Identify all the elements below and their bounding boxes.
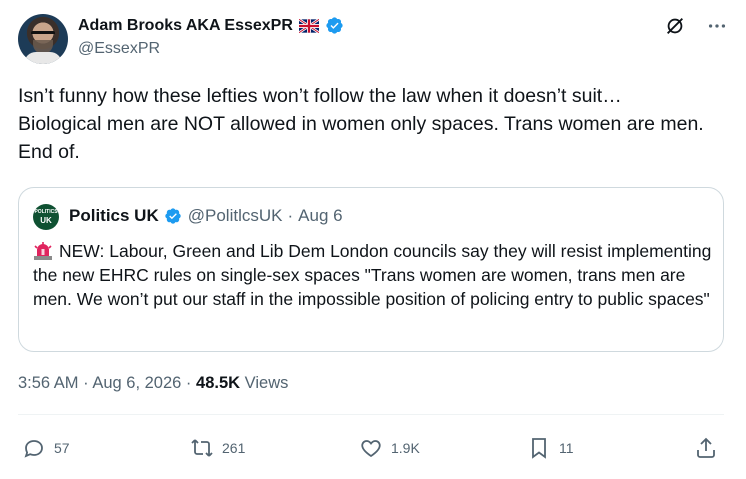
repost-icon <box>191 439 213 457</box>
quoted-separator: · <box>287 206 294 225</box>
quoted-date: Aug 6 <box>298 206 343 225</box>
tweet-text: Isn’t funny how these lefties won’t foll… <box>18 85 704 163</box>
action-bar: 57 261 1.9K 11 <box>22 436 722 464</box>
avatar-glasses <box>31 31 55 40</box>
tweet-time[interactable]: 3:56 AM <box>18 374 79 392</box>
quoted-avatar-text-bottom: UK <box>40 216 52 225</box>
meta-separator: · <box>83 374 89 392</box>
bookmark-button[interactable]: 11 <box>527 436 574 460</box>
heart-icon <box>361 440 381 458</box>
bookmark-icon <box>532 438 546 459</box>
like-button[interactable]: 1.9K <box>359 436 420 460</box>
author-display-name[interactable]: Adam Brooks AKA EssexPR <box>78 17 293 35</box>
quoted-text-block: NEW: Labour, Green and Lib Dem London co… <box>33 239 713 311</box>
avatar-collar <box>24 52 62 64</box>
share-icon <box>697 437 715 458</box>
meta-separator-2: · <box>185 374 192 392</box>
grok-icon[interactable] <box>664 15 686 37</box>
quoted-author-avatar: POLITICS UK <box>33 204 59 230</box>
reply-count: 57 <box>54 440 70 456</box>
share-button[interactable] <box>694 436 718 460</box>
reply-button[interactable]: 57 <box>22 436 70 460</box>
repost-count: 261 <box>222 440 246 456</box>
more-options-icon[interactable] <box>706 15 728 37</box>
reply-icon <box>24 440 43 458</box>
repost-button[interactable]: 261 <box>190 436 245 460</box>
verified-badge-icon <box>325 16 344 35</box>
quoted-author-name: Politics UK <box>69 206 159 225</box>
tweet-date[interactable]: Aug 6, 2026 <box>92 374 181 392</box>
author-handle[interactable]: @EssexPR <box>78 40 160 58</box>
quoted-verified-badge-icon <box>164 207 183 226</box>
quoted-author-handle: @PolitlcsUK <box>187 206 283 225</box>
author-name-row: Adam Brooks AKA EssexPR <box>78 16 344 35</box>
views-count: 48.5K <box>196 374 241 392</box>
bookmark-count: 11 <box>559 440 574 456</box>
divider <box>18 414 724 415</box>
quoted-text: NEW: Labour, Green and Lib Dem London co… <box>33 241 712 309</box>
uk-flag-icon <box>298 17 320 34</box>
tweet-meta: 3:56 AM · Aug 6, 2026 · 48.5K Views <box>18 374 288 393</box>
like-count: 1.9K <box>391 440 420 456</box>
author-avatar[interactable] <box>18 14 68 64</box>
top-actions <box>664 15 728 37</box>
quoted-tweet[interactable]: POLITICS UK Politics UK @PolitlcsUK · Au… <box>18 187 724 352</box>
quoted-avatar-text-top: POLITICS <box>34 209 58 215</box>
siren-icon <box>33 242 53 260</box>
views-label: Views <box>244 374 289 392</box>
quoted-header: Politics UK @PolitlcsUK · Aug 6 <box>69 206 343 226</box>
